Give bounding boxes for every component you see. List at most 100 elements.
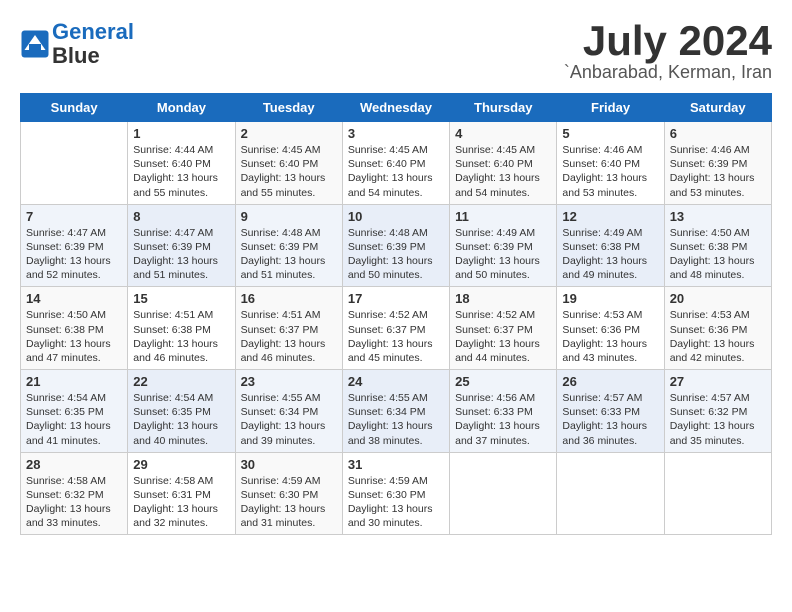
day-cell	[450, 452, 557, 535]
day-cell: 13 Sunrise: 4:50 AM Sunset: 6:38 PM Dayli…	[664, 204, 771, 287]
day-number: 2	[241, 126, 337, 141]
day-number: 26	[562, 374, 658, 389]
day-info: Sunrise: 4:57 AM Sunset: 6:32 PM Dayligh…	[670, 391, 766, 448]
day-info: Sunrise: 4:55 AM Sunset: 6:34 PM Dayligh…	[241, 391, 337, 448]
day-info: Sunrise: 4:59 AM Sunset: 6:30 PM Dayligh…	[241, 474, 337, 531]
weekday-header-thursday: Thursday	[450, 94, 557, 122]
day-cell: 28Sunrise: 4:58 AM Sunset: 6:32 PM Dayli…	[21, 452, 128, 535]
day-info: Sunrise: 4:50 AM Sunset: 6:38 PM Dayligh…	[670, 226, 766, 283]
day-number: 18	[455, 291, 551, 306]
day-number: 20	[670, 291, 766, 306]
logo-line1: General	[52, 19, 134, 44]
day-cell: 11 Sunrise: 4:49 AM Sunset: 6:39 PM Dayli…	[450, 204, 557, 287]
day-info: Sunrise: 4:58 AM Sunset: 6:32 PM Dayligh…	[26, 474, 122, 531]
week-row-2: 14 Sunrise: 4:50 AM Sunset: 6:38 PM Dayli…	[21, 287, 772, 370]
day-cell: 9 Sunrise: 4:48 AM Sunset: 6:39 PM Daylig…	[235, 204, 342, 287]
day-info: Sunrise: 4:49 AM Sunset: 6:38 PM Dayligh…	[562, 226, 658, 283]
logo-line2: Blue	[52, 44, 134, 68]
day-cell: 29Sunrise: 4:58 AM Sunset: 6:31 PM Dayli…	[128, 452, 235, 535]
day-number: 25	[455, 374, 551, 389]
logo-text: General Blue	[52, 20, 134, 68]
day-cell: 30 Sunrise: 4:59 AM Sunset: 6:30 PM Dayli…	[235, 452, 342, 535]
day-cell: 31 Sunrise: 4:59 AM Sunset: 6:30 PM Dayli…	[342, 452, 449, 535]
weekday-header-sunday: Sunday	[21, 94, 128, 122]
day-cell: 24Sunrise: 4:55 AM Sunset: 6:34 PM Dayli…	[342, 370, 449, 453]
day-number: 11	[455, 209, 551, 224]
month-title: July 2024	[564, 20, 772, 62]
page-header: General Blue July 2024 `Anbarabad, Kerma…	[20, 20, 772, 83]
day-cell	[557, 452, 664, 535]
day-number: 30	[241, 457, 337, 472]
day-number: 12	[562, 209, 658, 224]
day-number: 15	[133, 291, 229, 306]
day-cell: 4 Sunrise: 4:45 AM Sunset: 6:40 PM Daylig…	[450, 122, 557, 205]
location: `Anbarabad, Kerman, Iran	[564, 62, 772, 83]
day-info: Sunrise: 4:47 AM Sunset: 6:39 PM Dayligh…	[133, 226, 229, 283]
week-row-3: 21Sunrise: 4:54 AM Sunset: 6:35 PM Dayli…	[21, 370, 772, 453]
day-cell: 18 Sunrise: 4:52 AM Sunset: 6:37 PM Dayli…	[450, 287, 557, 370]
day-number: 4	[455, 126, 551, 141]
day-info: Sunrise: 4:48 AM Sunset: 6:39 PM Dayligh…	[348, 226, 444, 283]
day-number: 13	[670, 209, 766, 224]
day-number: 6	[670, 126, 766, 141]
day-cell: 20 Sunrise: 4:53 AM Sunset: 6:36 PM Dayli…	[664, 287, 771, 370]
day-info: Sunrise: 4:46 AM Sunset: 6:39 PM Dayligh…	[670, 143, 766, 200]
day-info: Sunrise: 4:54 AM Sunset: 6:35 PM Dayligh…	[133, 391, 229, 448]
logo: General Blue	[20, 20, 134, 68]
day-cell: 27Sunrise: 4:57 AM Sunset: 6:32 PM Dayli…	[664, 370, 771, 453]
day-cell: 26 Sunrise: 4:57 AM Sunset: 6:33 PM Dayli…	[557, 370, 664, 453]
day-info: Sunrise: 4:48 AM Sunset: 6:39 PM Dayligh…	[241, 226, 337, 283]
day-cell: 19 Sunrise: 4:53 AM Sunset: 6:36 PM Dayli…	[557, 287, 664, 370]
day-cell: 25 Sunrise: 4:56 AM Sunset: 6:33 PM Dayli…	[450, 370, 557, 453]
day-number: 14	[26, 291, 122, 306]
day-number: 9	[241, 209, 337, 224]
day-number: 22	[133, 374, 229, 389]
day-info: Sunrise: 4:45 AM Sunset: 6:40 PM Dayligh…	[455, 143, 551, 200]
day-info: Sunrise: 4:57 AM Sunset: 6:33 PM Dayligh…	[562, 391, 658, 448]
weekday-header-monday: Monday	[128, 94, 235, 122]
day-info: Sunrise: 4:47 AM Sunset: 6:39 PM Dayligh…	[26, 226, 122, 283]
day-info: Sunrise: 4:52 AM Sunset: 6:37 PM Dayligh…	[348, 308, 444, 365]
day-cell: 17 Sunrise: 4:52 AM Sunset: 6:37 PM Dayli…	[342, 287, 449, 370]
day-info: Sunrise: 4:46 AM Sunset: 6:40 PM Dayligh…	[562, 143, 658, 200]
day-cell: 6 Sunrise: 4:46 AM Sunset: 6:39 PM Daylig…	[664, 122, 771, 205]
day-info: Sunrise: 4:50 AM Sunset: 6:38 PM Dayligh…	[26, 308, 122, 365]
day-number: 3	[348, 126, 444, 141]
weekday-header-wednesday: Wednesday	[342, 94, 449, 122]
weekday-header-saturday: Saturday	[664, 94, 771, 122]
day-cell: 15 Sunrise: 4:51 AM Sunset: 6:38 PM Dayli…	[128, 287, 235, 370]
week-row-1: 7 Sunrise: 4:47 AM Sunset: 6:39 PM Daylig…	[21, 204, 772, 287]
day-number: 10	[348, 209, 444, 224]
day-cell: 23 Sunrise: 4:55 AM Sunset: 6:34 PM Dayli…	[235, 370, 342, 453]
day-cell: 14 Sunrise: 4:50 AM Sunset: 6:38 PM Dayli…	[21, 287, 128, 370]
day-cell: 21Sunrise: 4:54 AM Sunset: 6:35 PM Dayli…	[21, 370, 128, 453]
day-info: Sunrise: 4:51 AM Sunset: 6:37 PM Dayligh…	[241, 308, 337, 365]
day-cell: 10 Sunrise: 4:48 AM Sunset: 6:39 PM Dayli…	[342, 204, 449, 287]
day-info: Sunrise: 4:54 AM Sunset: 6:35 PM Dayligh…	[26, 391, 122, 448]
day-cell: 7 Sunrise: 4:47 AM Sunset: 6:39 PM Daylig…	[21, 204, 128, 287]
day-number: 19	[562, 291, 658, 306]
week-row-0: 1 Sunrise: 4:44 AM Sunset: 6:40 PM Daylig…	[21, 122, 772, 205]
day-cell: 1 Sunrise: 4:44 AM Sunset: 6:40 PM Daylig…	[128, 122, 235, 205]
day-number: 31	[348, 457, 444, 472]
day-info: Sunrise: 4:56 AM Sunset: 6:33 PM Dayligh…	[455, 391, 551, 448]
day-info: Sunrise: 4:49 AM Sunset: 6:39 PM Dayligh…	[455, 226, 551, 283]
day-number: 7	[26, 209, 122, 224]
day-cell: 3Sunrise: 4:45 AM Sunset: 6:40 PM Daylig…	[342, 122, 449, 205]
day-number: 23	[241, 374, 337, 389]
day-number: 24	[348, 374, 444, 389]
day-cell	[21, 122, 128, 205]
day-info: Sunrise: 4:59 AM Sunset: 6:30 PM Dayligh…	[348, 474, 444, 531]
day-cell: 5Sunrise: 4:46 AM Sunset: 6:40 PM Daylig…	[557, 122, 664, 205]
day-info: Sunrise: 4:53 AM Sunset: 6:36 PM Dayligh…	[562, 308, 658, 365]
day-number: 17	[348, 291, 444, 306]
day-info: Sunrise: 4:52 AM Sunset: 6:37 PM Dayligh…	[455, 308, 551, 365]
day-cell	[664, 452, 771, 535]
calendar-table: SundayMondayTuesdayWednesdayThursdayFrid…	[20, 93, 772, 535]
day-info: Sunrise: 4:44 AM Sunset: 6:40 PM Dayligh…	[133, 143, 229, 200]
day-info: Sunrise: 4:51 AM Sunset: 6:38 PM Dayligh…	[133, 308, 229, 365]
day-info: Sunrise: 4:53 AM Sunset: 6:36 PM Dayligh…	[670, 308, 766, 365]
day-cell: 8Sunrise: 4:47 AM Sunset: 6:39 PM Daylig…	[128, 204, 235, 287]
weekday-header-friday: Friday	[557, 94, 664, 122]
day-number: 1	[133, 126, 229, 141]
